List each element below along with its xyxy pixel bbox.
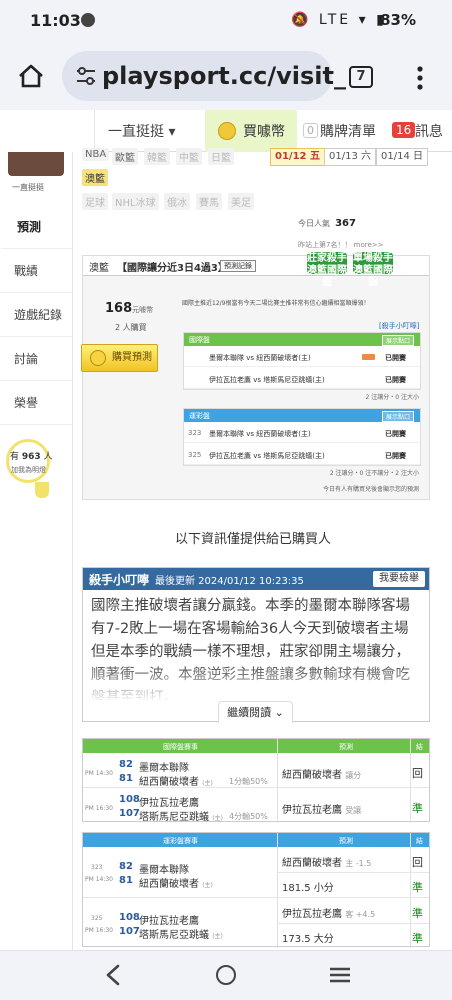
avatar-name: 一直挺挺 — [12, 183, 44, 192]
table-row: PM 16:30 108 伊拉瓦拉老鷹 107 塔斯馬尼亞跳蟻 (主) 4分輸5… — [85, 794, 423, 823]
local-box-row: 325 伊拉瓦拉老鷹 vs 塔斯馬尼亞跳蟻(主) 已開賽 — [184, 445, 420, 465]
league-chip[interactable]: 美足 — [228, 193, 254, 210]
status-bar: 11:03 🔕 LTE ▾ ▮ 83% — [0, 0, 452, 42]
prediction-record-button[interactable]: 預測記錄 — [220, 260, 256, 272]
clock: 11:03 — [30, 11, 81, 30]
tab-switcher-button[interactable]: 7 — [349, 66, 373, 88]
buy-prediction-button[interactable]: 購買預測 — [81, 344, 158, 372]
league-filter: NBA 歐籃 韓籃 中籃 日籃 澳籃 足球 NHL冰球 俄冰 賽馬 美足 — [82, 148, 268, 218]
tip-panel: 殺手小叮嚀 最後更新 2024/01/12 10:23:35 我要檢舉 國際主推… — [82, 567, 430, 723]
today-popularity: 今日人氣 367 — [298, 218, 356, 229]
date-tab-active[interactable]: 01/12 五 — [270, 148, 325, 166]
intl-prediction-box: 國際盤 展示點口 墨爾本聯隊 vs 紐西蘭破壞者(主) 已開賽 伊拉瓦拉老鷹 v… — [183, 332, 421, 390]
tip-link[interactable]: [殺手小叮嚀] — [379, 321, 419, 331]
league-chip[interactable]: 日籃 — [208, 148, 234, 165]
nav-logo-area — [0, 110, 95, 152]
league-chip[interactable]: NBA — [82, 148, 110, 161]
cart-link[interactable]: 購牌清單 — [320, 121, 376, 141]
rank-line[interactable]: 昨站上第7名！！ more>> — [298, 240, 384, 250]
more-menu-icon[interactable] — [417, 66, 423, 90]
intl-box-row: 伊拉瓦拉老鷹 vs 塔斯馬尼亞跳蟻(主) 已開賽 — [184, 369, 420, 389]
coin-icon — [90, 350, 106, 366]
continue-reading-button[interactable]: 繼續閱讀 ⌄ — [218, 701, 293, 723]
browser-toolbar: playsport.cc/visit_ 7 — [0, 42, 452, 110]
table-row: PM 14:30 82 墨爾本聯隊 81 紐西蘭破壞者 (主) 1分輸50% 紐… — [83, 754, 429, 788]
intl-box-row: 墨爾本聯隊 vs 紐西蘭破壞者(主) 已開賽 — [184, 347, 420, 367]
buy-coins-label: 買噱幣 — [243, 124, 285, 140]
purchasers-note: 以下資訊僅提供給已購買人 — [175, 532, 332, 547]
local-prediction-box: 運彩盤 展示點口 323 墨爾本聯隊 vs 紐西蘭破壞者(主) 已開賽 325 … — [183, 408, 421, 466]
chevron-down-icon: ⌄ — [274, 706, 284, 719]
table-row: 325 PM 16:30 108 伊拉瓦拉老鷹 107 塔斯馬尼亞跳蟻 (主) … — [83, 899, 429, 948]
follow-me-label[interactable]: 加我為明燈 — [11, 465, 46, 475]
home-button-icon[interactable] — [216, 965, 236, 985]
table-row: 323 PM 14:30 82 墨爾本聯隊 81 紐西蘭破壞者 (主) 紐西蘭破… — [83, 848, 429, 898]
url-bar[interactable]: playsport.cc/visit_ — [62, 51, 346, 101]
intl-box-header: 國際盤 展示點口 — [184, 333, 420, 346]
system-nav-bar — [0, 950, 452, 1000]
league-chip[interactable]: 足球 — [82, 193, 108, 210]
tip-title: 殺手小叮嚀 — [89, 573, 150, 587]
league-chip[interactable]: 中籃 — [176, 148, 202, 165]
local-box-row: 323 墨爾本聯隊 vs 紐西蘭破壞者(主) 已開賽 — [184, 423, 420, 443]
prediction-title: 【國際讓分近3日4過3】 — [117, 263, 228, 274]
site-settings-icon[interactable] — [76, 67, 96, 85]
chat-notification-icon — [81, 13, 95, 27]
prediction-buyers: 2 人購買 — [115, 323, 147, 332]
sidebar-item-game-log[interactable]: 遊戲紀錄 — [0, 293, 72, 337]
prediction-panel: 澳籃 【國際讓分近3日4過3】 預測記錄 莊家殺手 澳籃國際盤 單場殺手 澳籃國… — [81, 252, 430, 500]
prediction-league: 澳籃 — [89, 263, 109, 274]
dealer-killer-badge: 莊家殺手 澳籃國際盤 — [307, 252, 347, 288]
date-tab[interactable]: 01/13 六 — [324, 148, 376, 166]
tag-icon — [362, 354, 375, 360]
league-chip[interactable]: 韓籃 — [144, 148, 170, 165]
prediction-notice: 國際主推近12/9根當有今天二場比賽主推非常有信心繼續相當順爆領！ — [182, 300, 370, 307]
buy-prediction-label: 購買預測 — [112, 352, 152, 363]
home-icon[interactable] — [18, 64, 44, 88]
fan-count: 有 963 人 — [10, 452, 53, 462]
avatar[interactable] — [8, 152, 64, 176]
url-text: playsport.cc/visit_ — [102, 62, 346, 90]
buy-coins-button[interactable]: 買噱幣 — [205, 110, 297, 152]
prediction-price: 168元噱幣 — [105, 301, 154, 316]
table-header: 國際盤賽事 預測 結果 — [83, 739, 429, 761]
league-chip[interactable]: 歐籃 — [112, 148, 138, 165]
intl-results-table: 國際盤賽事 預測 結果 PM 14:30 82 墨爾本聯隊 81 紐西蘭破壞者 … — [82, 738, 430, 823]
back-icon[interactable] — [105, 964, 121, 986]
show-odds-button[interactable]: 展示點口 — [381, 335, 414, 346]
coin-icon — [218, 122, 236, 140]
local-box-footer-note: 今日有人有購買兒後會顯示您的預測 — [322, 486, 419, 493]
sidebar: 一直挺挺 預測 戰績 遊戲紀錄 討論 榮譽 有 963 人 加我為明燈 — [0, 152, 73, 952]
sidebar-item-honors[interactable]: 榮譽 — [0, 381, 72, 425]
table-header: 運彩盤賽事 預測 結果 — [83, 833, 429, 855]
messages-link[interactable]: 訊息 — [415, 121, 443, 141]
show-odds-button[interactable]: 展示點口 — [381, 411, 414, 422]
single-killer-badge: 單場殺手 澳籃國際盤 — [353, 252, 393, 288]
user-menu[interactable]: 一直挺挺 ▾ — [108, 121, 175, 141]
battery-level: 83% — [380, 11, 416, 29]
league-chip[interactable]: 賽馬 — [196, 193, 222, 210]
tip-header: 殺手小叮嚀 最後更新 2024/01/12 10:23:35 我要檢舉 — [83, 568, 429, 590]
status-icons: 🔕 LTE ▾ ▮ — [291, 12, 387, 28]
date-tab[interactable]: 01/14 日 — [376, 148, 428, 166]
message-count-badge: 16 — [392, 122, 416, 138]
local-box-header: 運彩盤 展示點口 — [184, 409, 420, 422]
recents-icon[interactable] — [329, 967, 351, 983]
league-chip[interactable]: 俄冰 — [164, 193, 190, 210]
local-results-table: 運彩盤賽事 預測 結果 323 PM 14:30 82 墨爾本聯隊 81 紐西蘭… — [82, 832, 430, 948]
local-box-footer: 2 注讓分・0 注不讓分・2 注大小 — [329, 470, 419, 477]
sidebar-item-predictions[interactable]: 預測 — [0, 205, 72, 249]
date-selector: 01/12 五 01/13 六 01/14 日 — [270, 148, 430, 168]
league-chip-active[interactable]: 澳籃 — [82, 169, 108, 186]
sidebar-item-record[interactable]: 戰績 — [0, 249, 72, 293]
tip-fade — [83, 663, 429, 703]
site-nav: 一直挺挺 ▾ 買噱幣 0 購牌清單 16 訊息 — [0, 110, 452, 152]
cart-count-badge: 0 — [303, 123, 318, 138]
intl-box-footer: 2 注讓分・0 注大小 — [365, 394, 419, 401]
sidebar-item-discussion[interactable]: 討論 — [0, 337, 72, 381]
tip-updated: 最後更新 2024/01/12 10:23:35 — [155, 576, 304, 587]
league-chip[interactable]: NHL冰球 — [112, 193, 159, 210]
report-button[interactable]: 我要檢舉 — [373, 571, 425, 587]
lightbulb-base-icon — [35, 482, 49, 498]
